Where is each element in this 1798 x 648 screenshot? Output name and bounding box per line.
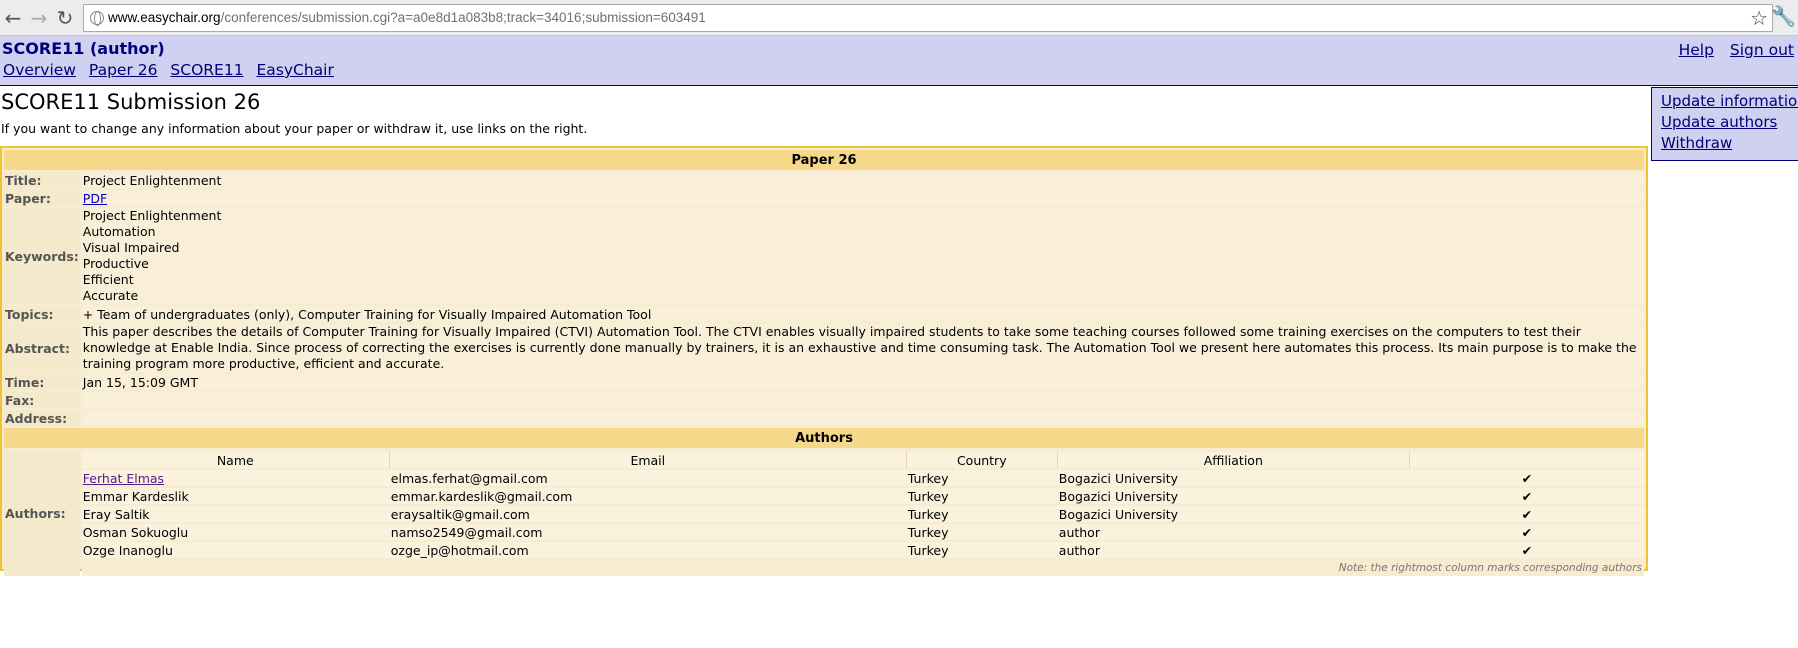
wrench-icon[interactable]: 🔧 — [1771, 4, 1796, 28]
author-country: Turkey — [906, 506, 1058, 522]
menu-overview-link[interactable]: Overview — [3, 61, 76, 79]
paper-heading: Paper 26 — [4, 150, 1644, 170]
pdf-link[interactable]: PDF — [83, 191, 107, 206]
column-header: Name — [81, 452, 390, 468]
authors-header-row: Name Email Country Affiliation — [81, 452, 1644, 468]
column-header: Affiliation — [1057, 452, 1410, 468]
table-row: Ozge Inanoglu ozge_ip@hotmail.com Turkey… — [81, 542, 1644, 558]
author-name: Ozge Inanoglu — [81, 542, 390, 558]
author-affiliation: Bogazici University — [1057, 488, 1410, 504]
url-text[interactable]: www.easychair.org/conferences/submission… — [108, 10, 706, 25]
author-affiliation: Bogazici University — [1057, 506, 1410, 522]
corresponding-check-icon: ✔ — [1409, 506, 1644, 522]
keywords-label: Keywords: — [4, 208, 80, 304]
globe-icon — [90, 11, 104, 26]
paper-value: PDF — [81, 190, 1644, 206]
actions-panel: Update information Update authors Withdr… — [1651, 87, 1798, 161]
reload-icon[interactable]: ↻ — [52, 5, 78, 31]
keyword-item: Visual Impaired — [82, 240, 180, 255]
intro-text: If you want to change any information ab… — [1, 121, 588, 136]
url-host: www.easychair.org — [108, 10, 221, 25]
url-path: /conferences/submission.cgi?a=a0e8d1a083… — [220, 10, 706, 25]
column-header — [1409, 452, 1644, 468]
author-email: ozge_ip@hotmail.com — [389, 542, 907, 558]
author-email: eraysaltik@gmail.com — [389, 506, 907, 522]
menu-paper-link[interactable]: Paper 26 — [89, 61, 158, 79]
withdraw-link[interactable]: Withdraw — [1661, 133, 1798, 154]
author-name-link[interactable]: Ferhat Elmas — [83, 471, 164, 486]
conference-title: SCORE11 (author) — [2, 39, 165, 58]
table-row: Ferhat Elmas elmas.ferhat@gmail.com Turk… — [81, 470, 1644, 486]
paper-details-box: Paper 26 Title: Project Enlightenment Pa… — [0, 146, 1648, 576]
forward-arrow-icon[interactable]: → — [26, 5, 52, 31]
author-email: elmas.ferhat@gmail.com — [389, 470, 907, 486]
page-title: SCORE11 Submission 26 — [1, 90, 261, 114]
authors-label: Authors: — [4, 450, 80, 576]
author-email: namso2549@gmail.com — [389, 524, 907, 540]
time-value: Jan 15, 15:09 GMT — [81, 374, 1644, 390]
author-affiliation: Bogazici University — [1057, 470, 1410, 486]
header-right-links: Help Sign out — [1668, 41, 1794, 59]
author-country: Turkey — [906, 488, 1058, 504]
table-row: Eray Saltik eraysaltik@gmail.com Turkey … — [81, 506, 1644, 522]
author-name: Osman Sokuoglu — [81, 524, 390, 540]
address-label: Address: — [4, 410, 80, 426]
bookmark-star-icon[interactable]: ☆ — [1750, 6, 1768, 30]
column-header: Email — [389, 452, 907, 468]
browser-toolbar: ← → ↻ www.easychair.org/conferences/subm… — [0, 0, 1798, 36]
authors-cell: Name Email Country Affiliation Ferhat El… — [81, 450, 1644, 576]
keyword-item: Automation — [82, 224, 156, 239]
table-row: Emmar Kardeslik emmar.kardeslik@gmail.co… — [81, 488, 1644, 504]
author-name: Emmar Kardeslik — [81, 488, 390, 504]
time-label: Time: — [4, 374, 80, 390]
authors-table: Name Email Country Affiliation Ferhat El… — [81, 450, 1644, 560]
abstract-value: This paper describes the details of Comp… — [81, 324, 1644, 372]
paper-label: Paper: — [4, 190, 80, 206]
site-header: SCORE11 (author) Overview Paper 26 SCORE… — [0, 36, 1798, 86]
update-authors-link[interactable]: Update authors — [1661, 112, 1798, 133]
corresponding-check-icon: ✔ — [1409, 524, 1644, 540]
abstract-label: Abstract: — [4, 324, 80, 372]
back-arrow-icon[interactable]: ← — [0, 5, 26, 31]
authors-note: Note: the rightmost column marks corresp… — [1338, 562, 1642, 574]
author-affiliation: author — [1057, 524, 1410, 540]
author-name: Ferhat Elmas — [81, 470, 390, 486]
corresponding-check-icon: ✔ — [1409, 470, 1644, 486]
fax-label: Fax: — [4, 392, 80, 408]
fax-value — [81, 392, 1644, 408]
corresponding-check-icon: ✔ — [1409, 542, 1644, 558]
author-country: Turkey — [906, 542, 1058, 558]
author-country: Turkey — [906, 524, 1058, 540]
sign-out-link[interactable]: Sign out — [1730, 41, 1794, 59]
author-name: Eray Saltik — [81, 506, 390, 522]
keyword-item: Project Enlightenment — [82, 208, 222, 223]
author-affiliation: author — [1057, 542, 1410, 558]
address-value — [81, 410, 1644, 426]
topics-value: + Team of undergraduates (only), Compute… — [81, 306, 1644, 322]
table-row: Osman Sokuoglu namso2549@gmail.com Turke… — [81, 524, 1644, 540]
author-email: emmar.kardeslik@gmail.com — [389, 488, 907, 504]
main-menu: Overview Paper 26 SCORE11 EasyChair — [3, 61, 342, 79]
title-label: Title: — [4, 172, 80, 188]
menu-conference-link[interactable]: SCORE11 — [170, 61, 243, 79]
update-information-link[interactable]: Update information — [1661, 91, 1798, 112]
title-value: Project Enlightenment — [81, 172, 1644, 188]
help-link[interactable]: Help — [1679, 41, 1714, 59]
keywords-list: Project Enlightenment Automation Visual … — [81, 208, 1644, 304]
corresponding-check-icon: ✔ — [1409, 488, 1644, 504]
address-bar[interactable]: www.easychair.org/conferences/submission… — [83, 4, 1773, 32]
column-header: Country — [906, 452, 1058, 468]
authors-heading: Authors — [4, 428, 1644, 448]
author-country: Turkey — [906, 470, 1058, 486]
keyword-item: Accurate — [82, 288, 139, 303]
keyword-item: Productive — [82, 256, 149, 271]
keyword-item: Efficient — [82, 272, 134, 287]
menu-easychair-link[interactable]: EasyChair — [257, 61, 334, 79]
paper-table: Paper 26 Title: Project Enlightenment Pa… — [2, 148, 1646, 578]
topics-label: Topics: — [4, 306, 80, 322]
